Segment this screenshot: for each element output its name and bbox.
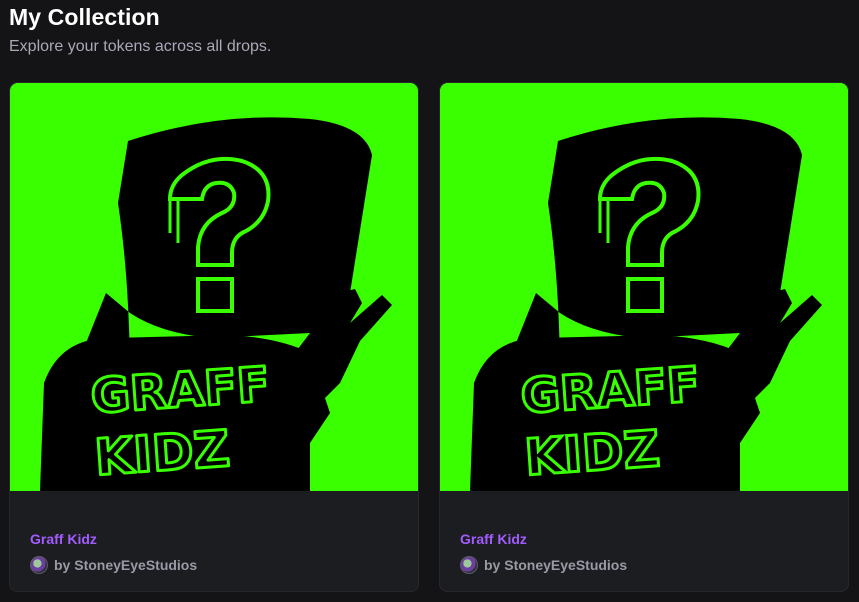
mystery-silhouette-art: GRAFF KIDZ xyxy=(10,83,418,491)
creator-avatar-icon xyxy=(30,556,48,574)
token-artwork[interactable]: GRAFF KIDZ xyxy=(10,83,418,491)
svg-text:KIDZ: KIDZ xyxy=(93,420,232,487)
creator-avatar-icon xyxy=(460,556,478,574)
token-name[interactable]: Graff Kidz xyxy=(460,531,527,547)
token-name[interactable]: Graff Kidz xyxy=(30,531,97,547)
svg-text:KIDZ: KIDZ xyxy=(523,420,662,487)
creator-name: by StoneyEyeStudios xyxy=(54,557,198,573)
creator-row[interactable]: by StoneyEyeStudios xyxy=(30,555,197,575)
token-card[interactable]: GRAFF KIDZ Graff Kidz by StoneyEyeStudio… xyxy=(9,82,419,592)
page-subtitle: Explore your tokens across all drops. xyxy=(9,38,272,55)
token-artwork[interactable]: GRAFF KIDZ xyxy=(440,83,848,491)
mystery-silhouette-art: GRAFF KIDZ xyxy=(440,83,848,491)
creator-row[interactable]: by StoneyEyeStudios xyxy=(460,555,627,575)
token-card[interactable]: GRAFF KIDZ Graff Kidz by StoneyEyeStudio… xyxy=(439,82,849,592)
collection-page: My Collection Explore your tokens across… xyxy=(0,0,859,602)
creator-name: by StoneyEyeStudios xyxy=(484,557,628,573)
page-title: My Collection xyxy=(9,4,160,30)
